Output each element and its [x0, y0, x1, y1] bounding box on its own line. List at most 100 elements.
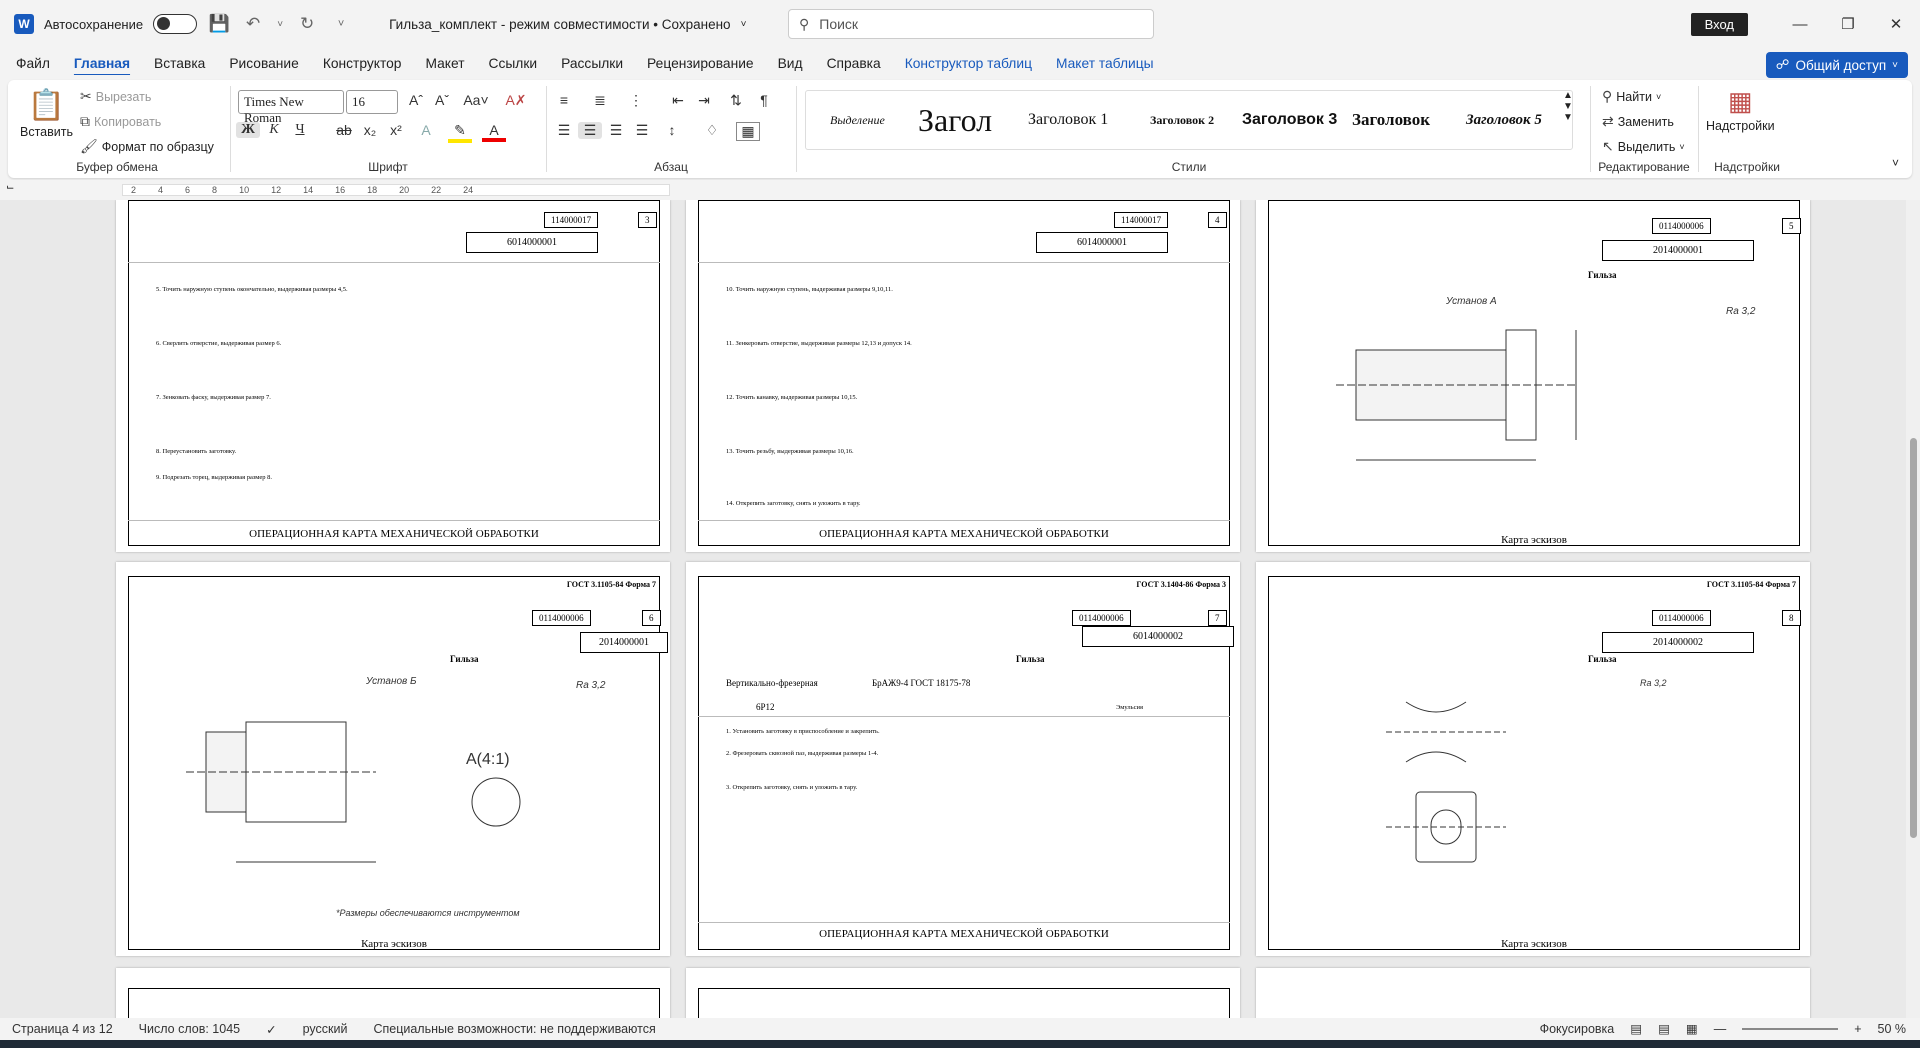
zoom-slider[interactable]: [1742, 1027, 1839, 1030]
sheet-number: 6: [642, 610, 661, 626]
align-right-icon[interactable]: ☰: [604, 122, 628, 139]
grow-font-icon[interactable]: Aˆ: [404, 92, 428, 108]
bold-button[interactable]: Ж: [236, 122, 260, 138]
proofing-icon[interactable]: ✓: [266, 1022, 276, 1037]
align-center-icon[interactable]: ☰: [578, 122, 602, 139]
vertical-scrollbar[interactable]: [1906, 200, 1920, 1018]
font-name-select[interactable]: Times New Roman: [238, 90, 344, 125]
accessibility-status[interactable]: Специальные возможности: не поддерживают…: [373, 1022, 655, 1036]
tab-home[interactable]: Главная: [74, 56, 130, 71]
tab-table-design[interactable]: Конструктор таблиц: [905, 56, 1032, 71]
select-button[interactable]: ↖ Выделить ˅: [1602, 138, 1685, 155]
cut-button[interactable]: ✂ Вырезать: [80, 88, 151, 105]
text-effects-icon[interactable]: A: [414, 122, 438, 138]
find-button[interactable]: ⚲ Найти ˅: [1602, 88, 1661, 105]
tab-draw[interactable]: Рисование: [229, 56, 298, 71]
word-count[interactable]: Число слов: 1045: [139, 1022, 240, 1036]
language-label[interactable]: русский: [303, 1022, 348, 1036]
tab-review[interactable]: Рецензирование: [647, 56, 754, 71]
document-page[interactable]: [686, 968, 1240, 1018]
minimize-icon[interactable]: —: [1776, 16, 1824, 33]
operation-name: Вертикально-фрезерная: [726, 678, 818, 688]
share-button[interactable]: ☍ Общий доступ ˅: [1765, 52, 1908, 78]
title-chevron-icon[interactable]: ˅: [741, 19, 747, 30]
document-page[interactable]: ГОСТ 3.1105-84 Форма 7 0114000006 8 2014…: [1256, 562, 1810, 956]
underline-button[interactable]: Ч: [288, 122, 312, 138]
document-title[interactable]: Гильза_комплект - режим совместимости • …: [389, 17, 730, 32]
document-page[interactable]: 114000017 4 6014000001 10. Точить наружн…: [686, 200, 1240, 552]
scrollbar-thumb[interactable]: [1910, 438, 1917, 838]
zoom-in-icon[interactable]: +: [1854, 1022, 1861, 1036]
borders-icon[interactable]: ▦: [736, 122, 760, 141]
multilevel-list-icon[interactable]: ⋮: [624, 92, 648, 109]
format-painter-button[interactable]: 🖌 Формат по образцу: [80, 138, 214, 155]
focus-button[interactable]: Фокусировка: [1540, 1022, 1615, 1036]
undo-icon[interactable]: ↶: [241, 14, 265, 34]
superscript-button[interactable]: x²: [384, 122, 408, 138]
autosave-toggle[interactable]: [153, 14, 198, 34]
sort-icon[interactable]: ⇅: [724, 92, 748, 109]
strikethrough-button[interactable]: ab: [332, 122, 356, 138]
show-marks-icon[interactable]: ¶: [752, 92, 776, 108]
document-page[interactable]: ГОСТ 3.1404-86 Форма 3 0114000006 7 6014…: [686, 562, 1240, 956]
document-page[interactable]: 114000017 3 6014000001 5. Точить наружну…: [116, 200, 670, 552]
save-icon[interactable]: 💾: [207, 14, 231, 34]
restore-icon[interactable]: ❐: [1824, 15, 1872, 33]
align-left-icon[interactable]: ☰: [552, 122, 576, 139]
shading-icon[interactable]: ♢: [700, 122, 724, 139]
addins-button[interactable]: ▦ Надстройки: [1706, 86, 1775, 133]
tab-view[interactable]: Вид: [778, 56, 803, 71]
tab-selector-icon[interactable]: ⌙: [6, 182, 14, 193]
page-count[interactable]: Страница 4 из 12: [12, 1022, 113, 1036]
document-page[interactable]: ГОСТ 3.1105-84 Форма 7 0114000006 6 2014…: [116, 562, 670, 956]
shrink-font-icon[interactable]: Aˇ: [430, 92, 454, 108]
redo-icon[interactable]: ↻: [295, 14, 319, 34]
font-color-icon[interactable]: A: [482, 122, 506, 142]
search-input[interactable]: Поиск: [819, 16, 858, 32]
customize-qat-icon[interactable]: ˅: [329, 18, 353, 30]
copy-button[interactable]: ⧉ Копировать: [80, 113, 161, 130]
undo-dropdown-icon[interactable]: ˅: [275, 19, 285, 30]
zoom-level[interactable]: 50 %: [1878, 1022, 1907, 1036]
document-page[interactable]: [1256, 968, 1810, 1018]
web-layout-icon[interactable]: ▦: [1686, 1021, 1698, 1036]
read-mode-icon[interactable]: ▤: [1630, 1021, 1642, 1036]
search-box[interactable]: ⚲ Поиск: [788, 9, 1154, 39]
tab-mailings[interactable]: Рассылки: [561, 56, 623, 71]
print-layout-icon[interactable]: ▤: [1658, 1021, 1670, 1036]
line-spacing-icon[interactable]: ↕: [660, 122, 684, 138]
ruler-tick: 18: [367, 185, 378, 195]
increase-indent-icon[interactable]: ⇥: [692, 92, 716, 109]
page-frame: [128, 988, 660, 1018]
decrease-indent-icon[interactable]: ⇤: [666, 92, 690, 109]
font-size-select[interactable]: 16: [346, 90, 398, 114]
justify-icon[interactable]: ☰: [630, 122, 654, 139]
document-page[interactable]: [116, 968, 670, 1018]
sign-in-button[interactable]: Вход: [1690, 12, 1748, 36]
clear-format-icon[interactable]: A✗: [504, 92, 528, 109]
tab-table-layout[interactable]: Макет таблицы: [1056, 56, 1154, 71]
change-case-icon[interactable]: Aa˅: [458, 92, 494, 108]
close-icon[interactable]: ✕: [1872, 15, 1920, 33]
tab-file[interactable]: Файл: [16, 56, 50, 71]
horizontal-ruler[interactable]: ⌙ 2 4 6 8 10 12 14 16 18 20 22 24: [0, 180, 1920, 200]
tab-insert[interactable]: Вставка: [154, 56, 205, 71]
replace-button[interactable]: ⇄ Заменить: [1602, 113, 1674, 130]
collapse-ribbon-icon[interactable]: ˅: [1892, 156, 1899, 170]
subscript-button[interactable]: x₂: [358, 122, 382, 138]
document-canvas[interactable]: 114000017 3 6014000001 5. Точить наружну…: [0, 200, 1906, 1018]
paste-button[interactable]: 📋 Вставить: [20, 88, 73, 139]
numbering-icon[interactable]: ≣: [588, 92, 612, 109]
zoom-out-icon[interactable]: —: [1714, 1022, 1727, 1036]
card-title: ОПЕРАЦИОННАЯ КАРТА МЕХАНИЧЕСКОЙ ОБРАБОТК…: [819, 928, 1109, 940]
highlight-icon[interactable]: ✎: [448, 122, 472, 143]
italic-button[interactable]: К: [262, 122, 286, 138]
ruler-tick: 16: [335, 185, 346, 195]
tab-help[interactable]: Справка: [827, 56, 881, 71]
document-page[interactable]: 0114000006 5 2014000001 Гильза Установ А…: [1256, 200, 1810, 552]
tab-layout[interactable]: Макет: [425, 56, 464, 71]
ruler-scale[interactable]: 2 4 6 8 10 12 14 16 18 20 22 24: [122, 184, 670, 196]
bullets-icon[interactable]: ≡: [552, 92, 576, 108]
tab-design[interactable]: Конструктор: [323, 56, 402, 71]
tab-references[interactable]: Ссылки: [489, 56, 538, 71]
